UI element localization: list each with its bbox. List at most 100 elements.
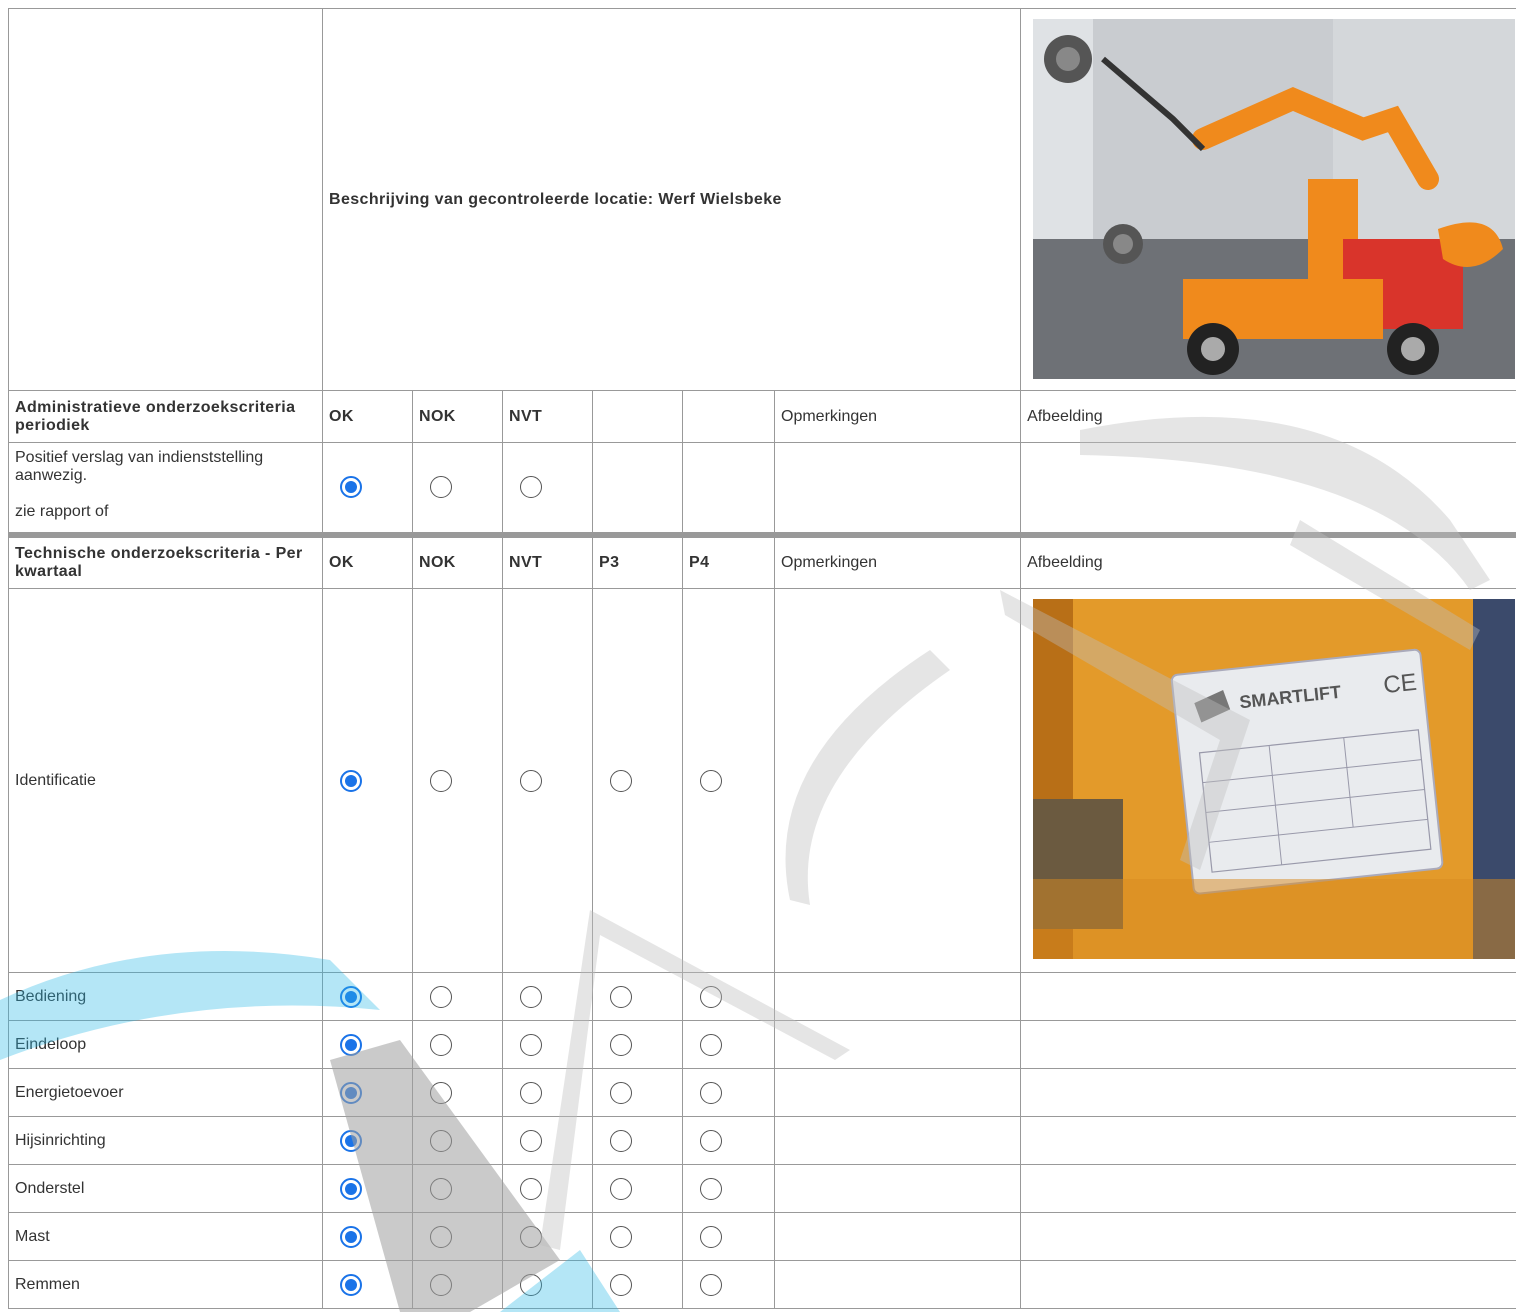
radio-p4[interactable] [700,769,722,792]
row-label: Mast [8,1212,323,1261]
empty-cell [592,390,683,443]
radio-p4[interactable] [700,1033,722,1056]
radio-cell [592,1212,683,1261]
radio-cell [682,1164,775,1213]
remarks-cell [773,1020,1022,1069]
admin-row-line1: Positief verslag van indienststelling aa… [15,449,264,484]
radio-nok[interactable] [430,1129,452,1152]
radio-cell [412,1164,503,1213]
row-label: Onderstel [8,1164,323,1213]
radio-cell [412,588,503,973]
radio-cell [682,972,775,1021]
location-description: Beschrijving van gecontroleerde locatie:… [321,8,1022,391]
radio-cell [322,1260,413,1309]
radio-cell [502,1260,593,1309]
radio-cell [502,1212,593,1261]
radio-cell [502,1164,593,1213]
radio-p3[interactable] [610,1273,632,1296]
radio-p4[interactable] [700,1129,722,1152]
row-label: Hijsinrichting [8,1116,323,1165]
col-opmerkingen: Opmerkingen [773,531,1022,589]
admin-row-label: Positief verslag van indienststelling aa… [8,442,323,535]
radio-p3[interactable] [610,1081,632,1104]
radio-cell [682,1020,775,1069]
radio-nvt[interactable] [520,769,542,792]
radio-p3[interactable] [610,1177,632,1200]
radio-cell [322,588,413,973]
radio-ok-selected[interactable] [340,1129,362,1152]
radio-nvt[interactable] [520,1225,542,1248]
radio-nvt[interactable] [520,1273,542,1296]
remarks-cell [773,1068,1022,1117]
radio-nok[interactable] [430,1177,452,1200]
radio-cell [592,1068,683,1117]
radio-nok[interactable] [430,769,452,792]
col-opmerkingen: Opmerkingen [773,390,1022,443]
radio-ok-selected[interactable] [340,1273,362,1296]
radio-nvt[interactable] [520,1129,542,1152]
radio-nok[interactable] [430,1273,452,1296]
radio-ok-selected[interactable] [340,476,362,499]
radio-cell [592,1164,683,1213]
row-label: Eindeloop [8,1020,323,1069]
radio-cell [682,1212,775,1261]
radio-p3[interactable] [610,985,632,1008]
radio-cell [502,1116,593,1165]
radio-p3[interactable] [610,769,632,792]
radio-cell [322,1212,413,1261]
radio-p3[interactable] [610,1225,632,1248]
radio-cell [412,1068,503,1117]
empty-cell [682,390,775,443]
radio-nok[interactable] [430,476,452,499]
radio-nvt[interactable] [520,985,542,1008]
radio-nvt[interactable] [520,1177,542,1200]
radio-cell [592,1020,683,1069]
radio-nok[interactable] [430,985,452,1008]
radio-nok[interactable] [430,1033,452,1056]
image-cell [1020,1116,1516,1165]
radio-ok-selected[interactable] [340,769,362,792]
radio-ok-selected[interactable] [340,1081,362,1104]
radio-cell [322,1164,413,1213]
radio-p3[interactable] [610,1129,632,1152]
radio-cell [592,972,683,1021]
row-label: Identificatie [8,588,323,973]
col-nok: NOK [412,390,503,443]
radio-nvt[interactable] [520,476,542,499]
radio-cell [412,972,503,1021]
col-nvt: NVT [502,531,593,589]
col-p4: P4 [682,531,775,589]
remarks-cell [773,588,1022,973]
radio-ok-selected[interactable] [340,985,362,1008]
radio-cell [682,1260,775,1309]
radio-p4[interactable] [700,1081,722,1104]
col-p3: P3 [592,531,683,589]
radio-p4[interactable] [700,985,722,1008]
radio-p3[interactable] [610,1033,632,1056]
radio-nok[interactable] [430,1081,452,1104]
radio-cell [502,1068,593,1117]
radio-cell [592,1116,683,1165]
remarks-cell [773,972,1022,1021]
radio-nvt[interactable] [520,1081,542,1104]
row-label: Remmen [8,1260,323,1309]
radio-ok-selected[interactable] [340,1033,362,1056]
remarks-cell [773,1260,1022,1309]
radio-p4[interactable] [700,1273,722,1296]
admin-row-line2: zie rapport of [15,503,109,520]
radio-cell [592,588,683,973]
col-nvt: NVT [502,390,593,443]
identification-plate-photo: SMARTLIFT CE [1033,599,1516,959]
radio-cell [412,1116,503,1165]
radio-ok-selected[interactable] [340,1225,362,1248]
radio-nok[interactable] [430,1225,452,1248]
radio-nvt[interactable] [520,1033,542,1056]
inspection-report: Beschrijving van gecontroleerde locatie:… [0,0,1516,1312]
radio-p4[interactable] [700,1177,722,1200]
radio-cell [502,442,593,535]
ce-mark: CE [1382,669,1418,699]
col-afbeelding: Afbeelding [1020,531,1516,589]
radio-p4[interactable] [700,1225,722,1248]
radio-ok-selected[interactable] [340,1177,362,1200]
row-label: Bediening [8,972,323,1021]
